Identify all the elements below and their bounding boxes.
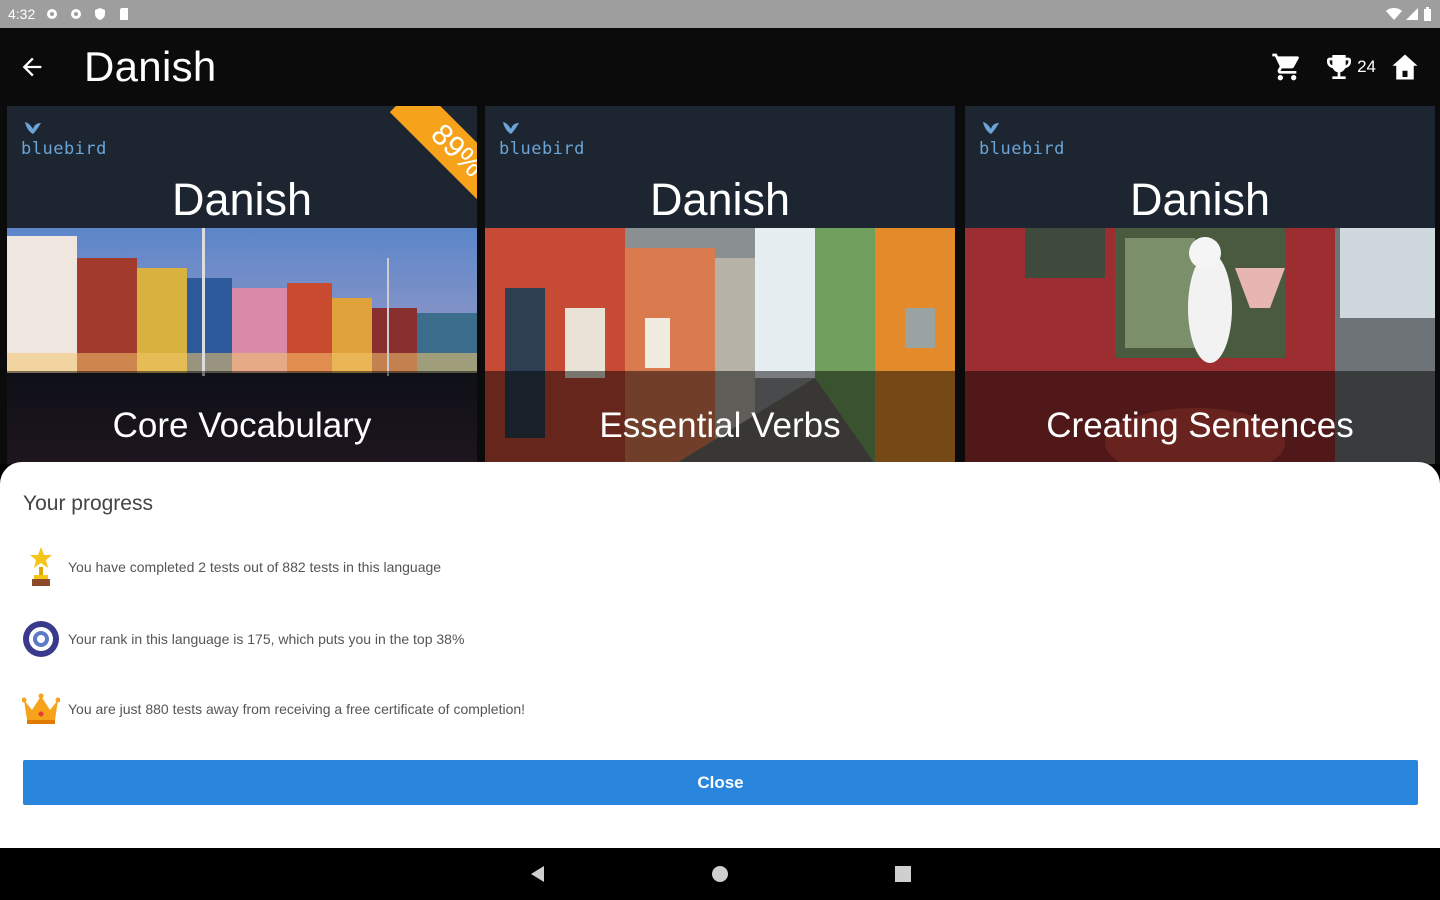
- arrow-back-icon: [22, 57, 42, 77]
- back-button[interactable]: [2, 37, 62, 97]
- progress-row-tests-completed: You have completed 2 tests out of 882 te…: [22, 546, 441, 588]
- sd-card-icon: [120, 8, 129, 20]
- brand-name: bluebird: [979, 139, 1065, 159]
- progress-row-text: Your rank in this language is 175, which…: [68, 631, 465, 647]
- bird-icon: [503, 122, 519, 134]
- system-nav-bar: [0, 848, 1440, 900]
- progress-row-certificate: You are just 880 tests away from receivi…: [22, 692, 525, 726]
- bird-icon: [25, 122, 41, 134]
- nav-back-button[interactable]: [526, 862, 550, 886]
- cart-button[interactable]: [1271, 51, 1303, 83]
- course-cards: bluebird Danish Core Vocabulary 89% blue…: [0, 106, 1440, 464]
- card-course-name: Core Vocabulary: [112, 406, 372, 445]
- rank-medal-icon: [23, 621, 59, 657]
- progress-badge: 89%: [389, 106, 477, 206]
- card-course-name: Essential Verbs: [599, 406, 841, 445]
- bluebird-logo: bluebird: [499, 120, 585, 159]
- signal-icon: [1406, 8, 1418, 20]
- bluebird-logo: bluebird: [979, 120, 1065, 159]
- progress-row-text: You are just 880 tests away from receivi…: [68, 701, 526, 717]
- battery-icon: [1424, 7, 1431, 21]
- course-card-core-vocabulary[interactable]: bluebird Danish Core Vocabulary 89%: [7, 106, 477, 464]
- settings-notification-icon: [71, 9, 82, 19]
- brand-name: bluebird: [499, 139, 585, 159]
- progress-sheet: Your progress You have completed 2 tests…: [0, 462, 1440, 848]
- wifi-icon: [1386, 8, 1402, 20]
- card-language: Danish: [1129, 174, 1271, 225]
- status-time: 4:32: [8, 6, 36, 22]
- nav-home-icon: [712, 866, 728, 882]
- progress-row-text: You have completed 2 tests out of 882 te…: [68, 559, 442, 575]
- progress-row-rank: Your rank in this language is 175, which…: [22, 620, 464, 658]
- progress-ribbon: 89%: [377, 106, 477, 206]
- nav-back-icon: [531, 866, 544, 882]
- course-card-essential-verbs[interactable]: bluebird Danish Essential Verbs: [485, 106, 955, 464]
- status-bar: 4:32: [0, 0, 1440, 28]
- close-button[interactable]: Close: [23, 760, 1418, 805]
- progress-title: Your progress: [23, 492, 153, 515]
- nav-recents-button[interactable]: [891, 862, 915, 886]
- course-card-creating-sentences[interactable]: bluebird Danish Creating Sentences: [965, 106, 1435, 464]
- shield-notification-icon: [95, 8, 106, 20]
- trophy-count: 24: [1357, 57, 1376, 76]
- card-language: Danish: [649, 174, 791, 225]
- bird-icon: [983, 122, 999, 134]
- card-course-name: Creating Sentences: [1046, 406, 1354, 445]
- home-button[interactable]: [1390, 51, 1420, 83]
- bluebird-logo: bluebird: [21, 120, 107, 159]
- trophy-button[interactable]: 24: [1323, 51, 1376, 83]
- cart-icon: [1272, 53, 1299, 81]
- nav-home-button[interactable]: [708, 862, 732, 886]
- crown-icon: [22, 693, 60, 724]
- trophy-icon: [1327, 55, 1352, 79]
- nav-recents-icon: [895, 866, 911, 882]
- app-bar: Danish 24: [0, 28, 1440, 106]
- page-title: Danish: [84, 43, 217, 90]
- brand-name: bluebird: [21, 139, 107, 159]
- trophy-icon: [30, 547, 52, 586]
- settings-notification-icon: [47, 9, 58, 19]
- home-icon: [1392, 54, 1418, 80]
